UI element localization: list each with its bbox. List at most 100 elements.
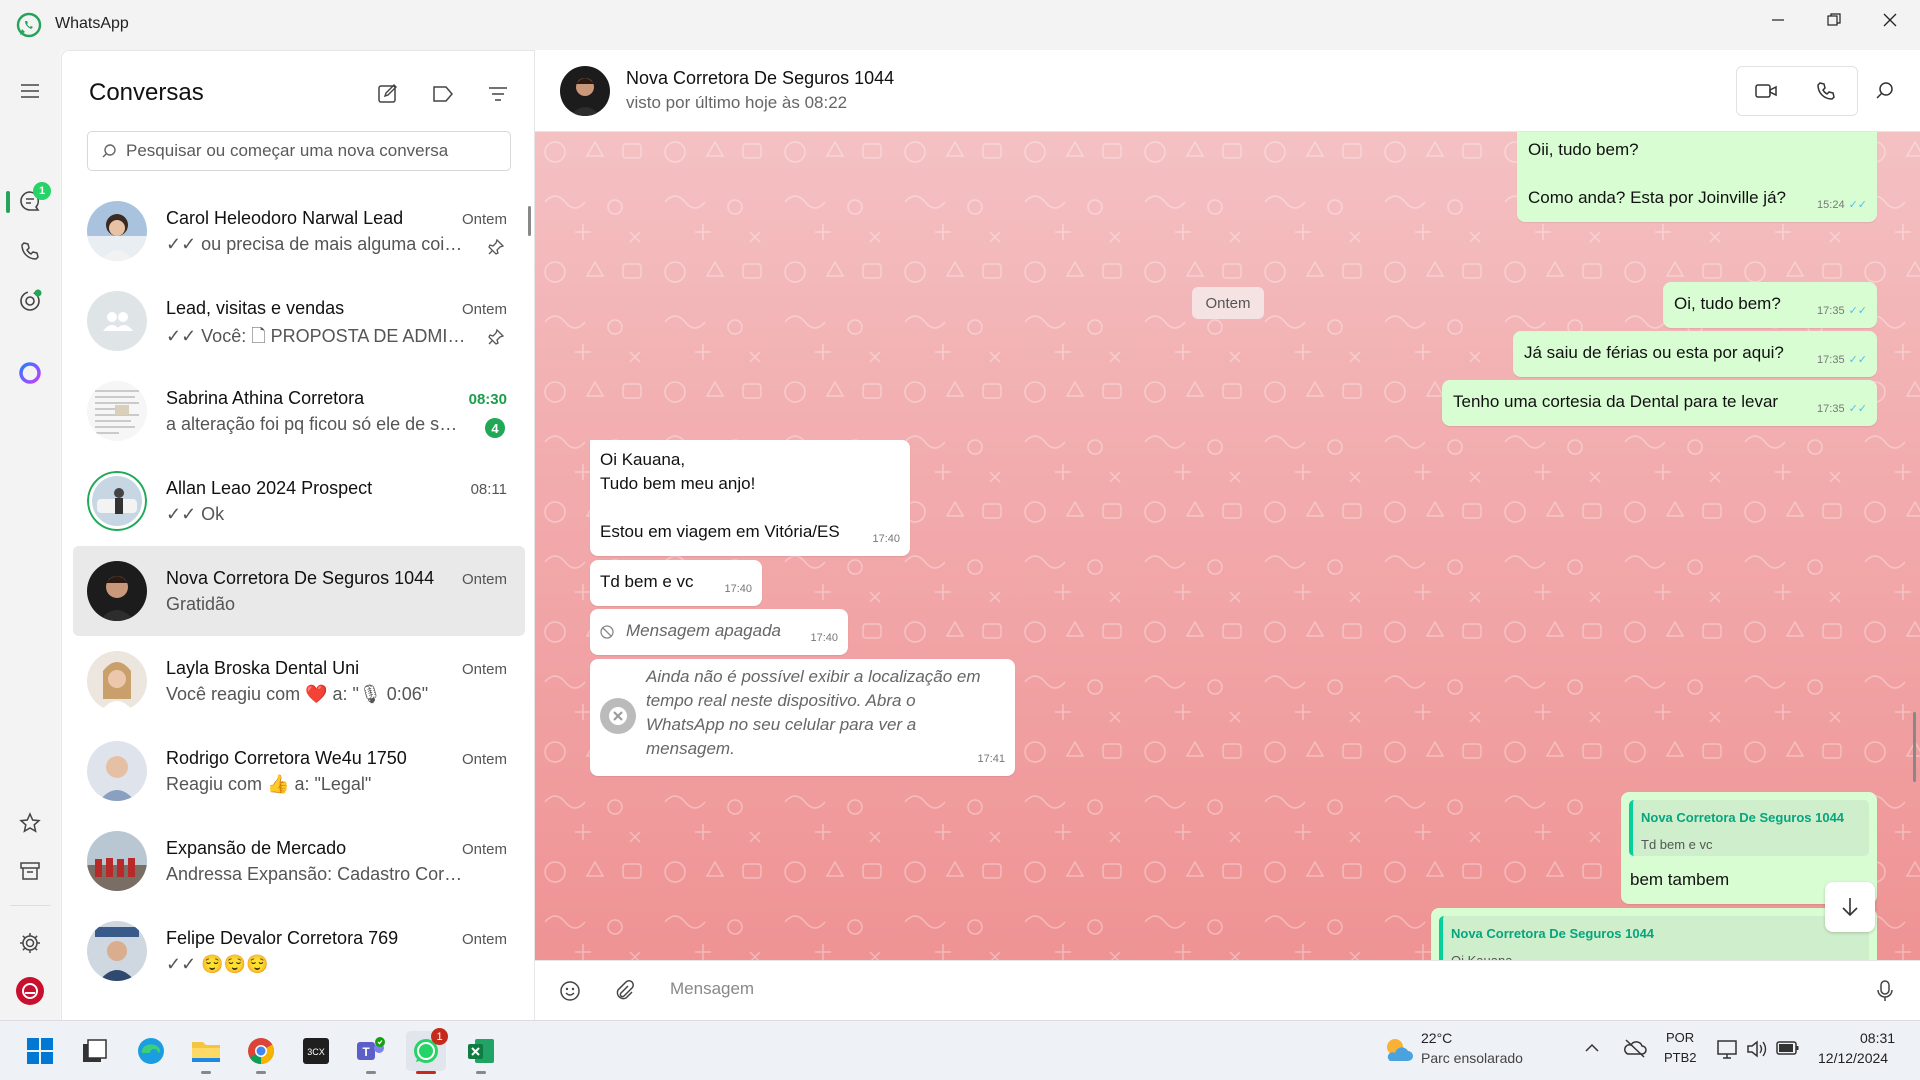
taskbar-excel[interactable] — [461, 1031, 501, 1074]
chat-preview: Você reagiu com ❤️ a: "🎙 0:06" — [166, 684, 429, 704]
taskbar-chrome[interactable] — [241, 1031, 281, 1074]
video-camera-icon — [1755, 84, 1777, 98]
input-language[interactable]: POR — [1666, 1030, 1694, 1045]
rail-meta-ai-button[interactable] — [15, 358, 45, 388]
archive-icon — [20, 862, 40, 880]
chat-time: 08:30 — [468, 391, 507, 408]
chat-time: Ontem — [461, 841, 507, 858]
message-meta: 17:35 ✓✓ — [1817, 299, 1867, 323]
conversation-header[interactable]: Nova Corretora De Seguros 1044 visto por… — [535, 50, 1920, 132]
restore-button[interactable] — [1806, 0, 1862, 40]
deleted-message[interactable]: Mensagem apagada 17:40 — [590, 609, 848, 655]
rail-selection-indicator — [6, 191, 10, 213]
chat-list-item[interactable]: Expansão de Mercado Ontem Andressa Expan… — [73, 816, 525, 906]
keyboard-layout[interactable]: PTB2 — [1664, 1050, 1697, 1065]
chat-name: Nova Corretora De Seguros 1044 — [166, 568, 435, 588]
video-call-button[interactable] — [1741, 66, 1791, 116]
chat-list-item[interactable]: Carol Heleodoro Narwal Lead Ontem ✓✓ ou … — [73, 186, 525, 276]
rail-calls-button[interactable] — [15, 236, 45, 266]
chat-list-item[interactable]: Felipe Devalor Corretora 769 Ontem ✓✓ 😌😌… — [73, 906, 525, 996]
rail-settings-button[interactable] — [15, 928, 45, 958]
quoted-message[interactable]: Nova Corretora De Seguros 1044 Td bem e … — [1629, 800, 1869, 856]
quoted-message[interactable]: Nova Corretora De Seguros 1044 Oi Kauana — [1439, 916, 1869, 960]
rail-profile-avatar[interactable] — [15, 976, 45, 1006]
message-time: 17:35 — [1817, 354, 1845, 366]
chat-list-item[interactable]: Allan Leao 2024 Prospect 08:11 ✓✓ Ok — [73, 456, 525, 546]
start-button[interactable] — [20, 1031, 60, 1071]
chat-list-item-active[interactable]: Nova Corretora De Seguros 1044 Ontem Gra… — [73, 546, 525, 636]
chevron-up-icon[interactable] — [1584, 1043, 1600, 1053]
chat-name: Layla Broska Dental Uni — [166, 658, 360, 678]
emoji-icon — [560, 981, 580, 1001]
network-monitor-icon[interactable] — [1716, 1039, 1738, 1059]
battery-charging-icon[interactable] — [1776, 1040, 1800, 1056]
live-location-unavailable-message[interactable]: Ainda não é possível exibir a localizaçã… — [590, 659, 1015, 776]
contact-avatar[interactable] — [560, 66, 610, 116]
task-view-button[interactable] — [75, 1031, 115, 1071]
new-chat-button[interactable] — [373, 79, 403, 109]
contact-name[interactable]: Nova Corretora De Seguros 1044 — [626, 68, 894, 89]
filter-button[interactable] — [483, 79, 513, 109]
read-receipt-icon: ✓✓ — [1848, 199, 1867, 211]
quoted-text: Td bem e vc — [1641, 837, 1713, 852]
search-in-chat-button[interactable] — [1860, 66, 1910, 116]
taskbar-whatsapp[interactable]: 1 — [406, 1028, 448, 1074]
voice-message-button[interactable] — [1870, 976, 1900, 1006]
outgoing-reply-message[interactable]: Nova Corretora De Seguros 1044 Oi Kauana — [1431, 908, 1877, 960]
rail-archived-button[interactable] — [15, 856, 45, 886]
search-box[interactable] — [87, 131, 511, 171]
chrome-icon — [248, 1038, 275, 1065]
weather-temperature[interactable]: 22°C — [1421, 1030, 1452, 1046]
attach-button[interactable] — [609, 976, 639, 1006]
clock-date[interactable]: 12/12/2024 — [1818, 1050, 1888, 1066]
chat-list-item[interactable]: Lead, visitas e vendas Ontem ✓✓ Você: 🗋 … — [73, 276, 525, 366]
outgoing-message[interactable]: Oi, tudo bem? 17:35 ✓✓ — [1663, 282, 1877, 328]
voice-call-button[interactable] — [1801, 66, 1851, 116]
taskbar-file-explorer[interactable] — [186, 1031, 226, 1074]
contact-avatar — [87, 921, 147, 981]
chats-unread-badge: 1 — [33, 182, 51, 200]
pin-icon — [488, 238, 505, 255]
incoming-message[interactable]: Td bem e vc 17:40 — [590, 560, 762, 606]
conversation-panel: Nova Corretora De Seguros 1044 visto por… — [535, 50, 1920, 1020]
outgoing-message[interactable]: Tenho uma cortesia da Dental para te lev… — [1442, 380, 1877, 426]
taskbar-teams[interactable]: T — [351, 1031, 391, 1074]
chat-list-item[interactable]: Layla Broska Dental Uni Ontem Você reagi… — [73, 636, 525, 726]
close-button[interactable] — [1862, 0, 1918, 40]
chat-preview: Reagiu com 👍 a: "Legal" — [166, 774, 372, 794]
restore-icon — [1827, 13, 1841, 26]
date-divider: Ontem — [1192, 287, 1264, 319]
rail-starred-button[interactable] — [15, 808, 45, 838]
chat-list-item[interactable]: Rodrigo Corretora We4u 1750 Ontem Reagiu… — [73, 726, 525, 816]
weather-description[interactable]: Parc ensolarado — [1421, 1050, 1523, 1066]
status-icon — [20, 289, 42, 311]
meta-ai-icon — [19, 362, 41, 384]
rail-status-button[interactable] — [15, 286, 45, 316]
labels-button[interactable] — [428, 79, 458, 109]
label-icon — [433, 86, 453, 102]
quoted-author: Nova Corretora De Seguros 1044 — [1641, 810, 1845, 825]
emoji-button[interactable] — [555, 976, 585, 1006]
message-input[interactable] — [670, 979, 1770, 999]
outgoing-message[interactable]: Oii, tudo bem? Como anda? Esta por Joinv… — [1517, 132, 1877, 222]
paperclip-icon — [616, 980, 634, 1000]
taskbar-3cx[interactable]: 3CX — [296, 1031, 336, 1071]
contact-avatar — [87, 651, 147, 711]
minimize-button[interactable] — [1750, 0, 1806, 40]
taskbar-edge[interactable] — [131, 1031, 171, 1071]
scroll-to-bottom-button[interactable] — [1825, 882, 1875, 932]
message-text: Estou em viagem em Vitória/ES — [600, 522, 840, 541]
menu-button[interactable] — [15, 76, 45, 106]
message-composer — [535, 960, 1920, 1020]
contact-avatar — [87, 381, 147, 441]
speaker-icon[interactable] — [1746, 1039, 1768, 1059]
conversation-scrollbar[interactable] — [1913, 712, 1916, 782]
search-input[interactable] — [126, 141, 486, 161]
incoming-message[interactable]: Oi Kauana, Tudo bem meu anjo! Estou em v… — [590, 440, 910, 556]
clock-time[interactable]: 08:31 — [1860, 1030, 1895, 1046]
message-text: Oi, tudo bem? — [1674, 294, 1781, 313]
chat-list-scrollbar[interactable] — [528, 206, 531, 236]
cloud-off-icon[interactable] — [1623, 1038, 1647, 1058]
outgoing-message[interactable]: Já saiu de férias ou esta por aqui? 17:3… — [1513, 331, 1877, 377]
chat-list-item[interactable]: Sabrina Athina Corretora 08:30 a alteraç… — [73, 366, 525, 456]
